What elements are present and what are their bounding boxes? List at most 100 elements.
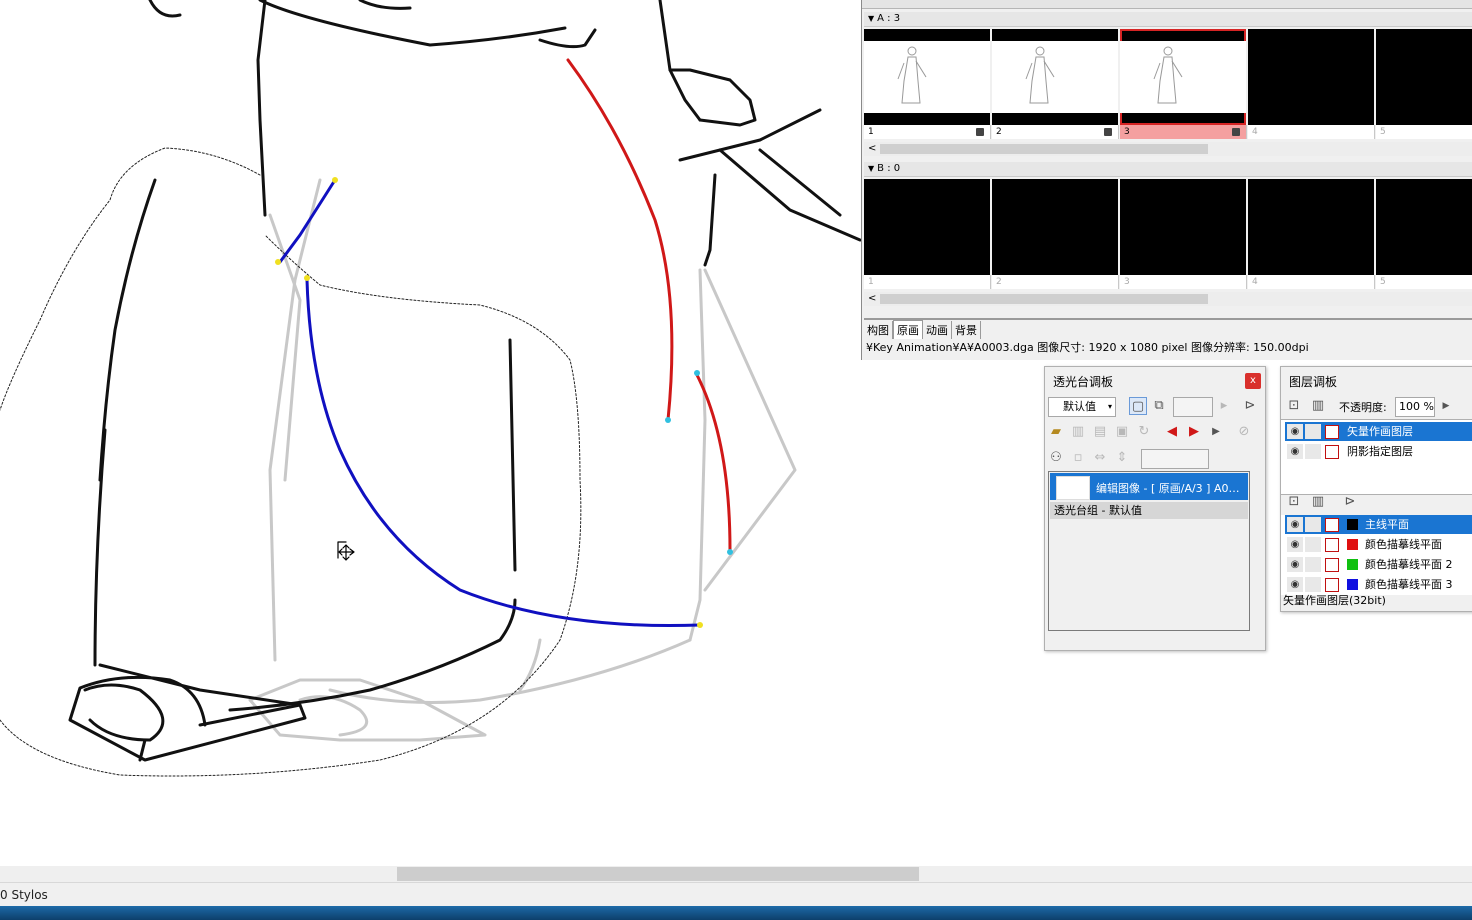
track-b-header[interactable]: ▼ B : 0 <box>864 162 1472 177</box>
track-b-frame-3[interactable]: 3 <box>1120 179 1247 291</box>
arrow-left-icon[interactable]: ◀ <box>1163 423 1181 441</box>
plane-edit-icon[interactable] <box>1325 538 1339 552</box>
character-icon[interactable]: ⚇ <box>1047 449 1065 467</box>
eye-icon[interactable]: ◉ <box>1287 424 1303 439</box>
collapse-triangle-icon[interactable]: ▼ <box>868 162 874 176</box>
track-a-scroll-thumb[interactable] <box>880 144 1208 154</box>
plane-menu-icon[interactable]: ⊳ <box>1341 493 1359 511</box>
lighttable-item-edit-image[interactable]: 编辑图像 - [ 原画/A/3 ] A0… <box>1050 473 1248 500</box>
eye-icon[interactable]: ◉ <box>1287 557 1303 572</box>
lighttable-group[interactable]: 透光台组 - 默认值 <box>1050 502 1248 519</box>
plane-edit-icon[interactable] <box>1325 578 1339 592</box>
frame-number: 3 <box>1120 275 1247 289</box>
opacity-input[interactable]: 100 % <box>1395 397 1435 417</box>
value-field[interactable] <box>1141 449 1209 469</box>
play-small-icon[interactable]: ▶ <box>1207 423 1225 441</box>
scrollbar-thumb[interactable] <box>397 867 919 881</box>
tab-animation[interactable]: 动画 <box>923 321 952 339</box>
thumbnail-image <box>1056 476 1090 500</box>
plane-name: 颜色描摹线平面 2 <box>1365 558 1453 571</box>
snapshot-icon[interactable]: ▣ <box>1113 423 1131 441</box>
close-button[interactable]: x <box>1245 373 1261 389</box>
plane-color-swatch <box>1347 559 1358 570</box>
plane-edit-icon[interactable] <box>1325 518 1339 532</box>
plane-row[interactable]: ◉ 颜色描摹线平面 2 <box>1285 555 1472 574</box>
frame-thumbnail <box>1248 29 1374 125</box>
frame-drawing <box>1120 41 1246 113</box>
track-b-frame-5[interactable]: 5 <box>1376 179 1472 291</box>
new-page-icon[interactable]: ▢ <box>1129 397 1147 415</box>
track-a-frames: 12345 <box>864 29 1472 141</box>
scroll-left-icon[interactable]: < <box>868 292 876 306</box>
plane-row[interactable]: ◉ 主线平面 <box>1285 515 1472 534</box>
link-icon[interactable]: ⊘ <box>1235 423 1253 441</box>
layer-row[interactable]: ◉ 阴影指定图层 <box>1285 442 1472 461</box>
frame-number: 1 <box>864 275 991 289</box>
copy-pages-icon[interactable]: ⧉ <box>1150 397 1168 415</box>
delete-plane-icon[interactable]: ▥ <box>1309 493 1327 511</box>
open-folder-icon[interactable]: ▰ <box>1047 423 1065 441</box>
preset-dropdown[interactable]: 默认值 ▾ <box>1048 397 1116 417</box>
track-b-frame-4[interactable]: 4 <box>1248 179 1375 291</box>
lock-icon[interactable] <box>1305 517 1321 532</box>
new-layer-icon[interactable]: ⊡ <box>1285 397 1303 415</box>
panel-menu-icon[interactable]: ⊳ <box>1241 397 1259 415</box>
refresh-icon[interactable]: ↻ <box>1135 423 1153 441</box>
track-a-frame-4[interactable]: 4 <box>1248 29 1375 141</box>
file-info: ¥Key Animation¥A¥A0003.dga 图像尺寸: 1920 x … <box>866 341 1309 354</box>
track-b-scroll-thumb[interactable] <box>880 294 1208 304</box>
track-a-frame-5[interactable]: 5 <box>1376 29 1472 141</box>
layer-stack-icon <box>1104 128 1112 136</box>
eye-icon[interactable]: ◉ <box>1287 577 1303 592</box>
track-a-frame-3[interactable]: 3 <box>1120 29 1247 141</box>
tab-composition[interactable]: 构图 <box>864 321 893 339</box>
track-b-scrollbar[interactable]: < <box>864 292 1472 306</box>
flip-horizontal-icon[interactable]: ⇔ <box>1091 449 1109 467</box>
track-b-frame-1[interactable]: 1 <box>864 179 991 291</box>
tab-background[interactable]: 背景 <box>952 321 981 339</box>
frame-number: 2 <box>992 125 1119 139</box>
lock-icon[interactable] <box>1305 557 1321 572</box>
lock-icon[interactable] <box>1305 537 1321 552</box>
track-b-frame-2[interactable]: 2 <box>992 179 1119 291</box>
layer-panel: 图层调板 ⊡ ▥ 不透明度: 100 % ▶ ◉ 矢量作画图层 ◉ 阴影指定图层 ⊡ … <box>1280 366 1472 612</box>
lighttable-list[interactable]: 编辑图像 - [ 原画/A/3 ] A0… 透光台组 - 默认值 <box>1048 471 1250 631</box>
onion-skin-lines <box>248 178 797 742</box>
plane-color-swatch <box>1347 519 1358 530</box>
delete-layer-icon[interactable]: ▥ <box>1309 397 1327 415</box>
center-icon[interactable]: ▫ <box>1069 449 1087 467</box>
play-icon[interactable]: ▸ <box>1215 397 1233 415</box>
plane-list: ◉ 主线平面 ◉ 颜色描摹线平面 ◉ 颜色描摹线平面 2 ◉ 颜色描摹线平面 3 <box>1281 515 1472 595</box>
plane-row[interactable]: ◉ 颜色描摹线平面 <box>1285 535 1472 554</box>
frame-thumbnail <box>992 179 1118 275</box>
track-a-frame-2[interactable]: 2 <box>992 29 1119 141</box>
canvas-horizontal-scrollbar[interactable] <box>0 866 1472 882</box>
eye-icon[interactable]: ◉ <box>1287 517 1303 532</box>
control-points[interactable] <box>275 177 733 628</box>
arrow-right-icon[interactable]: ▶ <box>1185 423 1203 441</box>
pen-icon[interactable] <box>1305 444 1321 459</box>
plane-edit-icon[interactable] <box>1325 558 1339 572</box>
track-a-scrollbar[interactable]: < <box>864 142 1472 156</box>
trash-icon[interactable]: ▥ <box>1069 423 1087 441</box>
new-plane-icon[interactable]: ⊡ <box>1285 493 1303 511</box>
pen-icon[interactable] <box>1305 424 1321 439</box>
eye-icon[interactable]: ◉ <box>1287 537 1303 552</box>
tab-key-animation[interactable]: 原画 <box>893 320 923 339</box>
opacity-arrow-icon[interactable]: ▶ <box>1437 397 1455 415</box>
red-trace-lines <box>566 58 732 552</box>
blue-trace-lines <box>278 178 702 628</box>
scroll-left-icon[interactable]: < <box>868 142 876 156</box>
layer-row[interactable]: ◉ 矢量作画图层 <box>1285 422 1472 441</box>
flip-vertical-icon[interactable]: ⇕ <box>1113 449 1131 467</box>
frame-number: 2 <box>992 275 1119 289</box>
collapse-triangle-icon[interactable]: ▼ <box>868 12 874 26</box>
eye-icon[interactable]: ◉ <box>1287 444 1303 459</box>
opacity-label: 不透明度: <box>1339 401 1387 414</box>
stack-icon[interactable]: ▤ <box>1091 423 1109 441</box>
track-a-frame-1[interactable]: 1 <box>864 29 991 141</box>
track-a-header[interactable]: ▼ A : 3 <box>864 12 1472 27</box>
selection-outline <box>0 147 582 777</box>
page-field[interactable] <box>1173 397 1213 417</box>
lock-icon[interactable] <box>1305 577 1321 592</box>
